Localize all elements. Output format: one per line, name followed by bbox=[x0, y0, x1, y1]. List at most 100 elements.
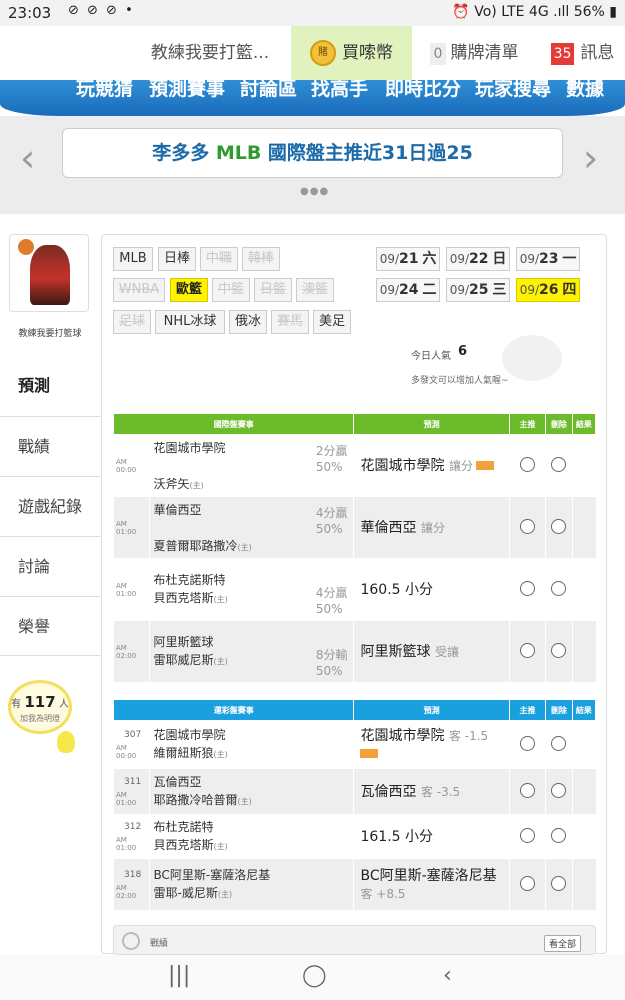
league-nfl[interactable]: 美足 bbox=[313, 310, 351, 334]
result-cell bbox=[571, 768, 596, 815]
menu-item-guess[interactable]: 玩競猜 bbox=[76, 80, 133, 101]
league-label: 韓棒 bbox=[247, 251, 274, 266]
team-away: 布杜克諾特 bbox=[153, 819, 214, 834]
game-time: AM 00:00 bbox=[116, 457, 137, 474]
popularity-label: 今日人氣 bbox=[411, 351, 451, 362]
league-npb[interactable]: 日棒 bbox=[158, 247, 196, 271]
sidebar-item-honors[interactable]: 榮譽 bbox=[0, 596, 100, 656]
sidebar-item-predict[interactable]: 預測 bbox=[0, 356, 100, 416]
banner-pager-dots[interactable]: ●●● bbox=[300, 186, 329, 197]
date-0922[interactable]: 09/22 日 bbox=[446, 247, 510, 271]
menu-item-forum[interactable]: 討論區 bbox=[240, 80, 297, 101]
home-marker: (主) bbox=[213, 749, 228, 759]
user-tab[interactable]: 教練我要打籃... bbox=[130, 26, 290, 80]
date-weekday: 二 bbox=[422, 282, 437, 298]
status-right: ⏰ Vo) LTE 4G .ıll 56% ▮ bbox=[452, 4, 617, 20]
main-menu: 玩競猜 預測賽事 討論區 找高手 即時比分 玩家搜尋 數據 bbox=[0, 80, 625, 116]
sidebar-item-discussion[interactable]: 討論 bbox=[0, 536, 100, 596]
cart-count-badge: 0 bbox=[429, 43, 447, 65]
delete-radio[interactable] bbox=[551, 782, 567, 798]
date-day: 22 bbox=[469, 251, 489, 267]
league-label: 日籃 bbox=[259, 282, 286, 297]
date-day: 24 bbox=[399, 282, 419, 298]
table-row: 318 AM 02:00 BC阿里斯-塞薩洛尼基 雷耶-威尼斯(主) BC阿里斯-塞… bbox=[113, 858, 596, 911]
delete-radio[interactable] bbox=[551, 580, 567, 596]
view-all-button[interactable]: 看全部 bbox=[543, 935, 581, 952]
date-0923[interactable]: 09/23 一 bbox=[516, 247, 580, 271]
league-mlb[interactable]: MLB bbox=[113, 247, 153, 271]
odds-percent: 50% bbox=[315, 460, 343, 474]
delete-radio[interactable] bbox=[551, 518, 567, 534]
league-khl[interactable]: 俄冰 bbox=[229, 310, 267, 334]
date-weekday: 四 bbox=[562, 282, 577, 298]
date-0924[interactable]: 09/24 二 bbox=[376, 278, 440, 302]
odds-percent: 50% bbox=[315, 602, 343, 616]
league-label: 美足 bbox=[318, 314, 345, 329]
main-pick-radio[interactable] bbox=[519, 875, 535, 891]
menu-item-data[interactable]: 數據 bbox=[566, 80, 604, 101]
main-pick-radio[interactable] bbox=[519, 642, 535, 658]
buy-coin-tab[interactable]: 賭買嗦幣 bbox=[291, 26, 412, 80]
banner-text-record: 國際盤主推近31日過25 bbox=[261, 142, 473, 164]
pick-type: 客 -1.5 bbox=[448, 728, 489, 743]
menu-item-experts[interactable]: 找高手 bbox=[311, 80, 368, 101]
odds-percent: 50% bbox=[315, 664, 343, 678]
recent-apps-icon[interactable]: ||| bbox=[168, 963, 190, 988]
notification-icons: ⊘ ⊘ ⊘ • bbox=[68, 3, 135, 18]
main-pick-radio[interactable] bbox=[519, 518, 535, 534]
home-marker: (主) bbox=[213, 841, 228, 851]
home-icon[interactable]: ◯ bbox=[302, 963, 327, 988]
back-icon[interactable]: ‹ bbox=[443, 963, 452, 988]
pick-tag-icon bbox=[475, 461, 494, 470]
pick-type: 讓分 bbox=[420, 520, 445, 535]
menu-item-live-score[interactable]: 即時比分 bbox=[385, 80, 461, 101]
fans-lightbulb[interactable]: 有 117 人 加我為明燈 bbox=[8, 680, 75, 753]
result-cell bbox=[571, 720, 596, 769]
sidebar-item-game-history[interactable]: 遊戲紀錄 bbox=[0, 476, 100, 536]
league-label: 日棒 bbox=[163, 251, 190, 266]
league-label: MLB bbox=[119, 251, 147, 266]
fingerprint-icon bbox=[122, 932, 140, 950]
league-euro-basketball[interactable]: 歐籃 bbox=[170, 278, 208, 302]
date-0921[interactable]: 09/21 六 bbox=[376, 247, 440, 271]
team-away: 瓦倫西亞 bbox=[153, 774, 202, 789]
menu-item-player-search[interactable]: 玩家搜尋 bbox=[475, 80, 551, 101]
home-marker: (主) bbox=[213, 594, 228, 604]
record-label: 戰績 bbox=[150, 939, 169, 949]
delete-radio[interactable] bbox=[551, 456, 567, 472]
home-marker: (主) bbox=[217, 889, 233, 899]
league-nhl[interactable]: NHL冰球 bbox=[155, 310, 225, 334]
main-pick-radio[interactable] bbox=[519, 580, 535, 596]
banner-headline[interactable]: 李多多 MLB 國際盤主推近31日過25 bbox=[62, 128, 563, 178]
date-0925[interactable]: 09/25 三 bbox=[446, 278, 510, 302]
banner-prev-icon[interactable]: ‹ bbox=[20, 136, 35, 180]
delete-radio[interactable] bbox=[551, 642, 567, 658]
message-tab[interactable]: 35 訊息 bbox=[540, 26, 625, 80]
main-pick-radio[interactable] bbox=[519, 456, 535, 472]
main-pick-radio[interactable] bbox=[519, 782, 535, 798]
date-0926[interactable]: 09/26 四 bbox=[516, 278, 580, 302]
avatar[interactable] bbox=[9, 234, 89, 312]
team-home: 耶路撒冷哈普爾 bbox=[153, 792, 238, 807]
delete-radio[interactable] bbox=[551, 827, 567, 843]
delete-radio[interactable] bbox=[551, 875, 567, 891]
cart-tab[interactable]: 0 購牌清單 bbox=[418, 26, 530, 80]
banner-next-icon[interactable]: › bbox=[583, 136, 598, 180]
odds-percent: 50% bbox=[315, 522, 343, 536]
menu-item-predict[interactable]: 預測賽事 bbox=[149, 80, 225, 101]
delete-radio[interactable] bbox=[551, 735, 567, 751]
league-label: 足球 bbox=[118, 314, 145, 329]
table-row: AM 01:00 布杜克諾斯特 貝西克塔斯(主) 4分贏 50% 160.5 小分 bbox=[113, 558, 596, 621]
home-marker: (主) bbox=[189, 480, 204, 490]
date-weekday: 日 bbox=[492, 251, 507, 267]
intl-header-game: 國際盤賽事 bbox=[112, 413, 355, 435]
sidebar-item-record[interactable]: 戰績 bbox=[0, 416, 100, 476]
main-pick-radio[interactable] bbox=[519, 735, 535, 751]
league-label: 賽馬 bbox=[276, 314, 303, 329]
pick-type: 讓分 bbox=[448, 458, 473, 473]
top-nav: 教練我要打籃... 賭買嗦幣 0 購牌清單 35 訊息 bbox=[0, 26, 625, 80]
league-wnba: WNBA bbox=[113, 278, 165, 302]
main-pick-radio[interactable] bbox=[519, 827, 535, 843]
date-day: 21 bbox=[399, 251, 419, 267]
battery-level: 56% bbox=[573, 4, 605, 20]
